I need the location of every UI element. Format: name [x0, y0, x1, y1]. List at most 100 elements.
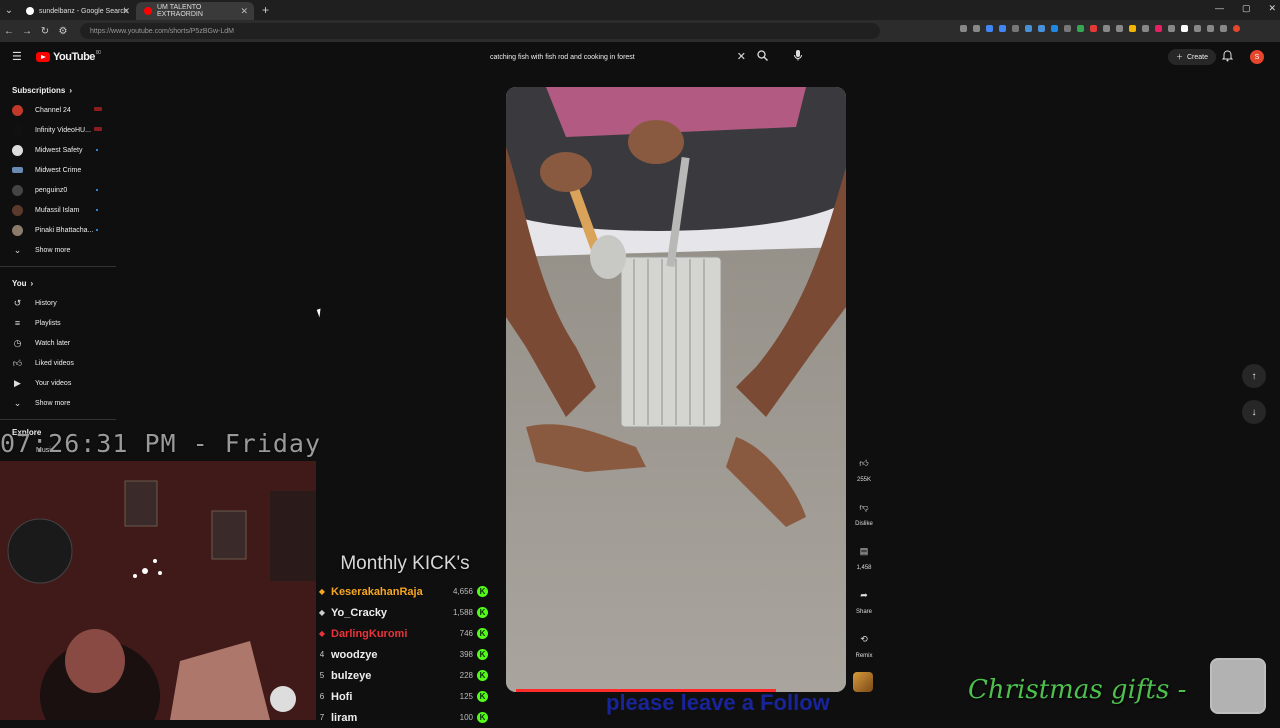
sidebar-item-your-videos[interactable]: ▶ Your videos: [0, 373, 116, 393]
back-icon[interactable]: ←: [0, 26, 18, 37]
kick-logo-icon: K: [477, 586, 488, 597]
tab-list-icon[interactable]: ⌄: [0, 5, 18, 16]
create-button[interactable]: ＋ Create: [1168, 49, 1217, 65]
site-info-icon[interactable]: ⚙: [54, 26, 72, 37]
create-label: Create: [1187, 53, 1209, 61]
extensions-puzzle-icon[interactable]: [1194, 25, 1201, 32]
subscriptions-heading[interactable]: Subscriptions ›: [0, 80, 116, 100]
tab-title: sundelbanz - Google Search: [39, 7, 128, 15]
live-indicator-icon: [94, 127, 102, 131]
remix-button[interactable]: ⟲ Remix: [846, 630, 882, 674]
christmas-gifts-text: Christmas gifts -: [968, 675, 1187, 705]
show-more-you[interactable]: ⌄ Show more: [0, 393, 116, 413]
sidebar-item-channel[interactable]: Infinity VideoHU...: [0, 120, 116, 140]
extension-icon[interactable]: [1142, 25, 1149, 32]
youtube-logo[interactable]: YouTube 80: [36, 50, 101, 63]
channel-avatar: [12, 204, 23, 216]
clear-search-icon[interactable]: ✕: [737, 50, 746, 63]
forward-icon[interactable]: →: [18, 26, 36, 37]
sidebar-item-channel[interactable]: Mufassil Islam: [0, 200, 116, 220]
close-tab-icon[interactable]: ✕: [122, 6, 130, 17]
new-content-dot-icon: [96, 149, 98, 151]
short-video-player[interactable]: [506, 87, 846, 692]
next-short-button[interactable]: ↓: [1242, 400, 1266, 424]
leaderboard-row: 5 bulzeye 228 K: [313, 665, 493, 686]
url-field[interactable]: https://www.youtube.com/shorts/P5zBGw-Ld…: [80, 23, 880, 39]
sidebar: Subscriptions › Channel 24 Infinity Vide…: [0, 80, 116, 426]
remix-label: Remix: [855, 653, 873, 659]
sidebar-item-channel[interactable]: Channel 24: [0, 100, 116, 120]
tab-google-search[interactable]: sundelbanz - Google Search ✕: [18, 2, 136, 20]
extension-icon[interactable]: [986, 25, 993, 32]
extension-icon[interactable]: [1168, 25, 1175, 32]
sidebar-item-channel[interactable]: Pinaki Bhattacha...: [0, 220, 116, 240]
like-button[interactable]: 👍︎ 255K: [846, 454, 882, 498]
video-frame: [506, 87, 846, 692]
you-heading[interactable]: You ›: [0, 273, 116, 293]
minimize-icon[interactable]: —: [1215, 3, 1224, 14]
extension-icon[interactable]: [1038, 25, 1045, 32]
close-tab-icon[interactable]: ✕: [240, 6, 248, 17]
sidebar-item-history[interactable]: ↺ History: [0, 293, 116, 313]
previous-short-button[interactable]: ↑: [1242, 364, 1266, 388]
youtube-favicon-icon: [144, 7, 152, 15]
share-button[interactable]: ➦ Share: [846, 586, 882, 630]
split-view-icon[interactable]: [1220, 25, 1227, 32]
leaderboard-row: 6 Hofi 125 K: [313, 686, 493, 707]
extension-icon[interactable]: [1025, 25, 1032, 32]
microphone-icon[interactable]: [792, 49, 804, 64]
show-more-subscriptions[interactable]: ⌄ Show more: [0, 240, 116, 260]
share-label: Share: [855, 609, 872, 615]
dislike-button[interactable]: 👎︎ Dislike: [846, 498, 882, 542]
extension-icon[interactable]: [1129, 25, 1136, 32]
search-icon[interactable]: [757, 50, 768, 64]
extension-icon[interactable]: [960, 25, 967, 32]
gift-box-icon: [1210, 658, 1266, 714]
close-window-icon[interactable]: ✕: [1268, 3, 1276, 14]
new-content-dot-icon: [96, 189, 98, 191]
share-icon: ➦: [860, 589, 868, 600]
extension-icon[interactable]: [999, 25, 1006, 32]
extension-icon[interactable]: [1077, 25, 1084, 32]
sidebar-item-playlists[interactable]: ≡ Playlists: [0, 313, 116, 333]
address-bar-row: ← → ↻ ⚙ https://www.youtube.com/shorts/P…: [0, 20, 1280, 42]
extension-icon[interactable]: [1090, 25, 1097, 32]
maximize-icon[interactable]: ▢: [1242, 3, 1251, 14]
extension-icon[interactable]: [1116, 25, 1123, 32]
logo-region: 80: [95, 50, 101, 56]
menu-icon[interactable]: ☰: [12, 50, 22, 63]
avatar[interactable]: S: [1250, 50, 1264, 64]
leaderboard-row: ◆ DarlingKuromi 746 K: [313, 623, 493, 644]
monthly-kicks-leaderboard: Monthly KICK's ◆ KeserakahanRaja 4,656 K…: [313, 553, 493, 728]
mouse-cursor-icon: [316, 308, 324, 318]
chevron-right-icon: ›: [30, 278, 34, 288]
extension-icon[interactable]: [1064, 25, 1071, 32]
sidebar-item-channel[interactable]: Midwest Safety: [0, 140, 116, 160]
comments-button[interactable]: ▤ 1,458: [846, 542, 882, 586]
new-tab-icon[interactable]: +: [254, 3, 277, 17]
extension-icon[interactable]: [1012, 25, 1019, 32]
extension-icon[interactable]: [1103, 25, 1110, 32]
sidebar-item-watch-later[interactable]: ◷ Watch later: [0, 333, 116, 353]
tab-youtube[interactable]: UM TALENTO EXTRAORDIN ✕: [136, 2, 254, 20]
sidebar-item-channel[interactable]: penguinz0: [0, 180, 116, 200]
extension-icon[interactable]: [1155, 25, 1162, 32]
channel-avatar: [12, 184, 23, 196]
profile-icon[interactable]: [1233, 25, 1240, 32]
sound-thumbnail[interactable]: [853, 672, 873, 692]
bookmark-star-icon[interactable]: [973, 25, 980, 32]
search-input[interactable]: catching fish with fish rod and cooking …: [480, 47, 750, 67]
sidebar-item-liked-videos[interactable]: 👍︎ Liked videos: [0, 353, 116, 373]
reload-icon[interactable]: ↻: [36, 26, 54, 37]
channel-avatar: [12, 124, 23, 136]
extension-icon[interactable]: [1181, 25, 1188, 32]
stream-clock: 07:26:31 PM - Friday: [0, 429, 322, 458]
logo-text: YouTube: [53, 51, 95, 63]
comment-icon: ▤: [859, 545, 869, 556]
sidebar-item-channel[interactable]: Midwest Crime: [0, 160, 116, 180]
your-videos-icon: ▶: [14, 377, 21, 388]
downloads-icon[interactable]: [1207, 25, 1214, 32]
short-actions: 👍︎ 255K 👎︎ Dislike ▤ 1,458 ➦ Share ⟲ Rem…: [846, 454, 882, 674]
extension-icon[interactable]: [1051, 25, 1058, 32]
notifications-bell-icon[interactable]: [1221, 50, 1234, 65]
